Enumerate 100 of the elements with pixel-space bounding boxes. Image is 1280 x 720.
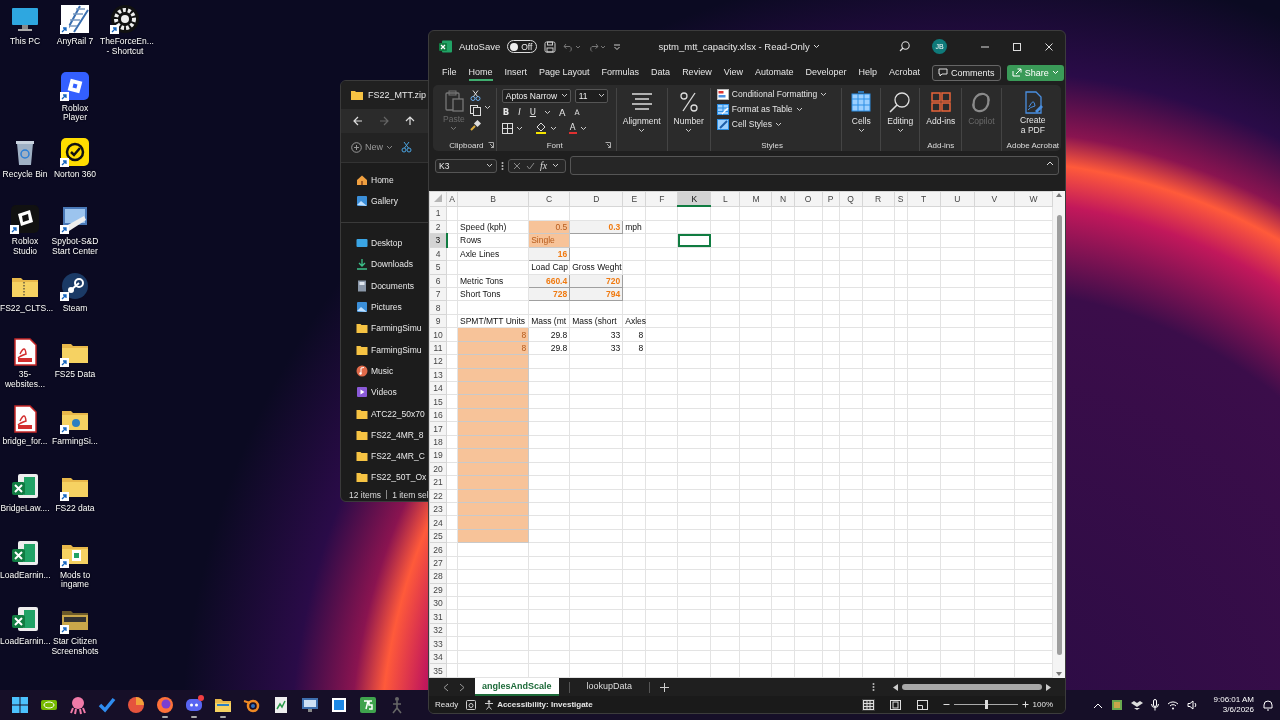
share-button[interactable]: Share (1006, 64, 1064, 81)
font-color-button[interactable]: A (568, 123, 577, 134)
cancel-icon[interactable] (513, 161, 521, 170)
column-header[interactable]: O (794, 191, 823, 207)
column-header[interactable]: E (622, 191, 646, 207)
sidebar-item[interactable]: Home (341, 168, 429, 191)
ribbon-button[interactable]: Editing (886, 87, 915, 135)
back-arrow-icon[interactable] (353, 115, 363, 126)
checkmark-icon[interactable] (97, 695, 117, 715)
icon-label[interactable]: FS25 Data (50, 370, 100, 381)
box-logo-icon[interactable] (1130, 699, 1143, 711)
borders-icon[interactable] (501, 122, 513, 134)
up-arrow-icon[interactable] (405, 115, 415, 126)
column-header[interactable]: U (940, 191, 975, 207)
clock-time[interactable]: 9:06:01 AM (1213, 695, 1254, 705)
clock-date[interactable]: 3/6/2026 (1222, 705, 1254, 715)
close-icon[interactable] (1044, 41, 1054, 52)
circle-logo-icon[interactable] (126, 695, 146, 715)
sidebar-item[interactable]: Music (341, 360, 429, 382)
column-header[interactable]: D (569, 191, 623, 207)
dialog-launcher-icon[interactable] (604, 142, 611, 149)
menu-tab[interactable]: Insert (504, 64, 528, 81)
ribbon-button[interactable]: Alignment (621, 87, 662, 135)
undo-icon[interactable] (563, 41, 582, 52)
ribbon-button[interactable]: Cells (847, 87, 876, 135)
sidebar-item[interactable]: FarmingSimu (341, 339, 429, 361)
scrollbar-thumb[interactable] (902, 684, 1042, 691)
wifi-icon[interactable] (1166, 700, 1179, 710)
menu-tab[interactable]: Data (651, 64, 671, 81)
column-header[interactable]: F (645, 191, 678, 207)
sidebar-item[interactable]: Documents (341, 275, 429, 297)
column-header[interactable]: C (528, 191, 570, 207)
speaker-icon[interactable] (1186, 700, 1198, 710)
column-header[interactable]: V (974, 191, 1015, 207)
format-painter-icon[interactable] (469, 119, 481, 131)
add-sheet-icon[interactable] (660, 682, 670, 692)
sidebar-item[interactable]: Pictures (341, 296, 429, 318)
view-button[interactable] (888, 698, 902, 711)
scroll-right-icon[interactable] (1046, 683, 1051, 691)
accessibility-button[interactable]: Accessibility: Investigate (484, 699, 593, 710)
menu-tab[interactable]: Help (858, 64, 878, 81)
cut-icon[interactable] (401, 141, 412, 154)
scroll-up-icon[interactable] (1056, 193, 1062, 198)
comments-button[interactable]: Comments (932, 64, 1001, 81)
icon-label[interactable]: Mods to ingame (50, 570, 100, 591)
autosave-toggle[interactable]: Off (507, 40, 538, 54)
menu-tab[interactable]: Developer (805, 64, 847, 81)
ribbon-button[interactable]: Add-ins (925, 87, 957, 128)
forward-arrow-icon[interactable] (379, 115, 389, 126)
column-header[interactable]: W (1014, 191, 1053, 207)
column-header[interactable]: N (772, 191, 794, 207)
icon-label[interactable]: LoadEarnin... (0, 637, 50, 647)
sidebar-item[interactable]: ATC22_50x70 (341, 402, 429, 425)
monitor-icon[interactable] (300, 695, 320, 715)
gear-icon[interactable] (110, 4, 140, 34)
italic-button[interactable]: I (517, 108, 522, 117)
save-icon[interactable] (544, 40, 557, 53)
insert-function-button[interactable]: fx (540, 160, 548, 172)
icon-label[interactable]: Roblox Player (50, 103, 100, 124)
zoom-in-icon[interactable] (1021, 701, 1029, 709)
icon-label[interactable]: FarmingSi... (50, 437, 100, 447)
macro-record-icon[interactable] (466, 699, 477, 710)
rail-track-icon[interactable] (60, 4, 90, 34)
styles-menu-button[interactable]: Conditional Formatting (716, 87, 828, 101)
styles-menu-button[interactable]: Format as Table (716, 102, 828, 116)
previous-sheet-icon[interactable] (443, 682, 449, 692)
view-button[interactable] (915, 698, 929, 711)
dialog-launcher-icon[interactable] (487, 142, 494, 149)
column-header[interactable]: R (862, 191, 895, 207)
selected-cell[interactable] (677, 233, 711, 248)
square-logo-icon[interactable] (60, 70, 90, 101)
redo-icon[interactable] (588, 41, 607, 52)
checkmark-icon[interactable] (60, 137, 90, 168)
sidebar-item[interactable]: Videos (341, 381, 429, 403)
octopus-icon[interactable] (68, 695, 88, 715)
icon-label[interactable]: 35-websites... (0, 370, 50, 390)
circle-logo-icon[interactable] (60, 270, 90, 301)
icon-label[interactable]: LoadEarnin... (0, 570, 50, 581)
name-box[interactable]: K3 (435, 158, 497, 173)
icon-label[interactable]: This PC (0, 37, 50, 47)
menu-tab[interactable]: Acrobat (889, 64, 921, 81)
icon-label[interactable]: Recycle Bin (0, 170, 50, 181)
scroll-left-icon[interactable] (893, 683, 898, 691)
font-size-dropdown[interactable]: 11 (574, 88, 608, 103)
column-header[interactable]: M (739, 191, 772, 207)
ribbon-button[interactable]: Number (672, 87, 705, 135)
sidebar-item[interactable]: FS22_4MR_8 (341, 424, 429, 446)
menu-tab[interactable]: Formulas (601, 64, 640, 81)
font-name-dropdown[interactable]: Aptos Narrow (501, 88, 571, 103)
zoom-slider-thumb[interactable] (984, 700, 988, 710)
sidebar-item[interactable]: FS22_4MR_C (341, 445, 429, 467)
column-header[interactable]: K (677, 191, 711, 207)
customize-icon[interactable] (613, 42, 622, 51)
icon-label[interactable]: Spybot-S&D Start Center (50, 237, 100, 257)
icon-label[interactable]: Roblox Studio (0, 237, 50, 257)
tray-app-icon[interactable] (1110, 699, 1123, 711)
sidebar-item[interactable]: Downloads (341, 253, 429, 276)
tile-icon[interactable] (358, 695, 378, 715)
ribbon-button[interactable]: Create a PDF (1016, 87, 1049, 138)
fill-color-icon[interactable] (534, 122, 547, 135)
